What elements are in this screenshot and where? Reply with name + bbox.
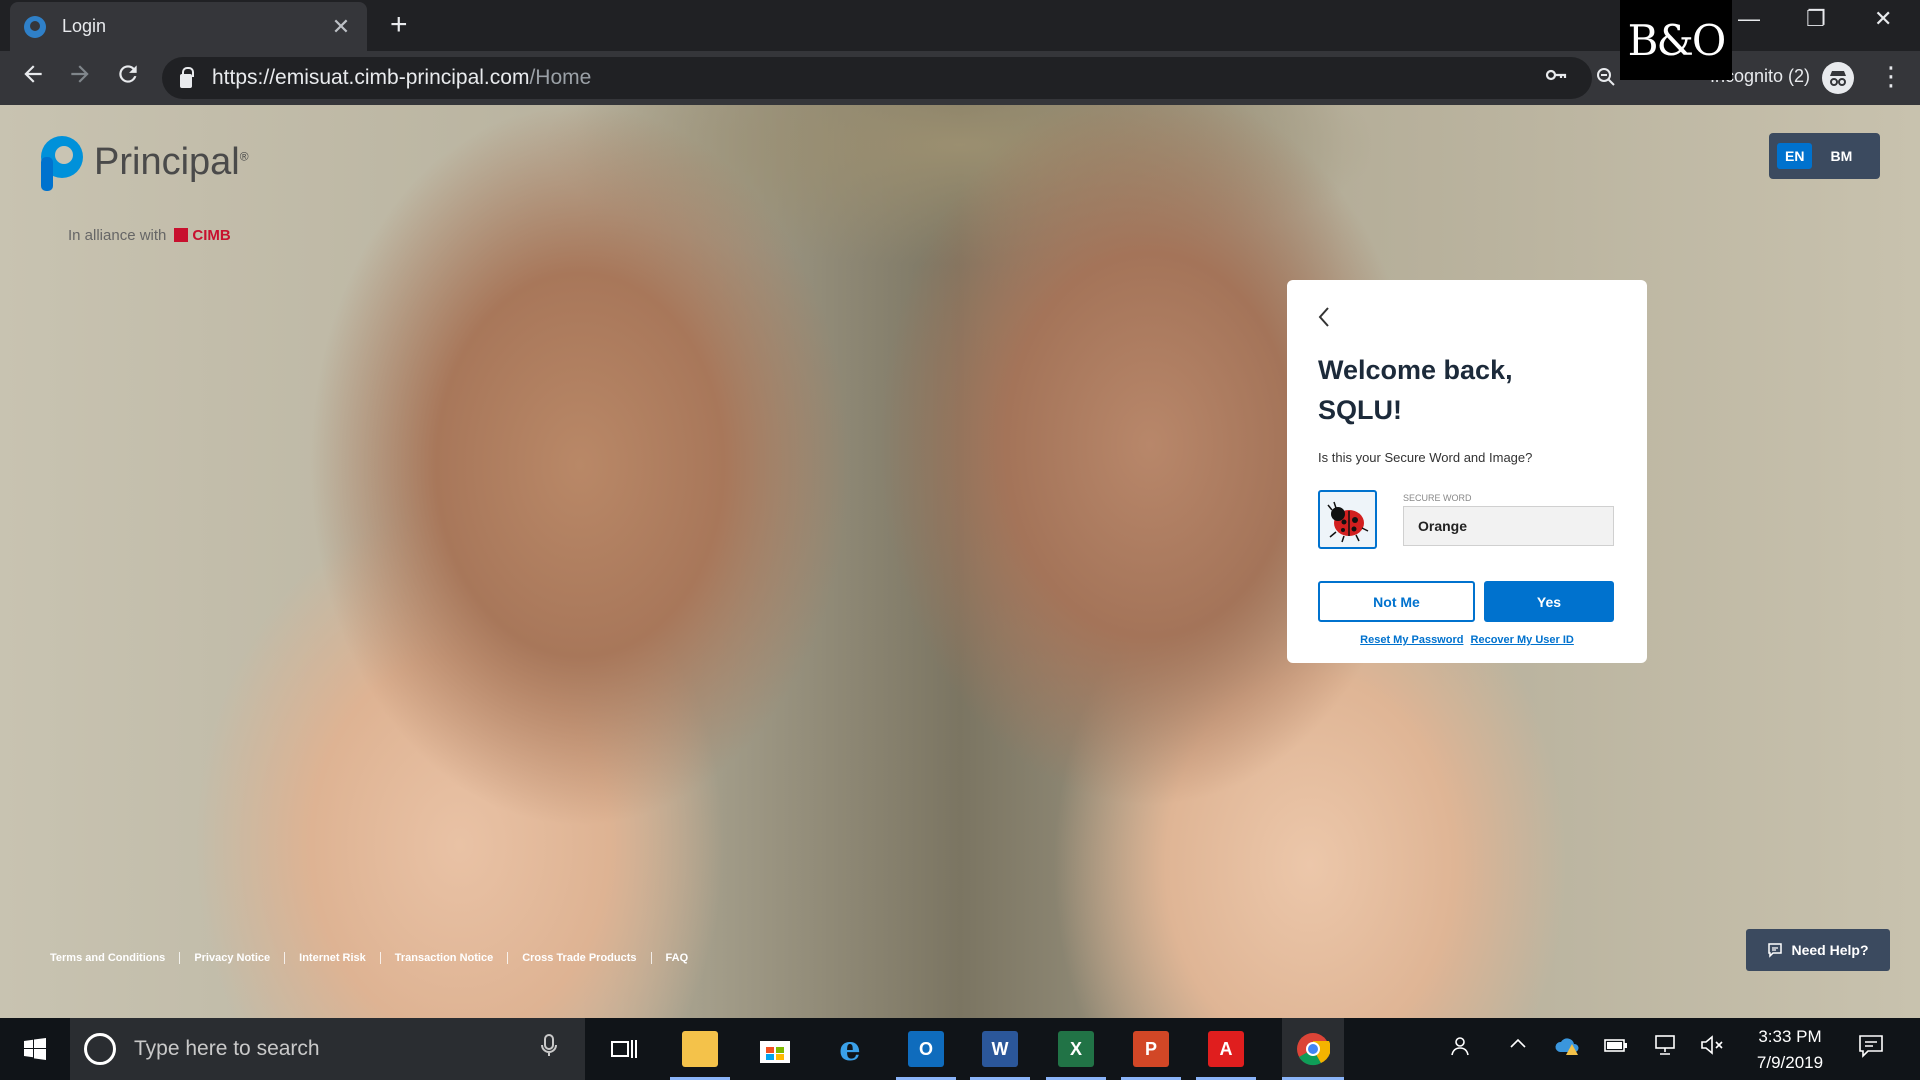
browser-tab-login[interactable]: Login ✕ [10, 2, 367, 51]
cimb-logo-icon [174, 228, 189, 242]
browser-menu-icon[interactable]: ⋮ [1878, 61, 1904, 92]
taskbar-search[interactable]: Type here to search [70, 1018, 585, 1080]
footer-link-faq[interactable]: FAQ [652, 952, 703, 964]
microphone-icon[interactable] [541, 1034, 557, 1064]
language-switcher: EN BM [1769, 133, 1880, 179]
internet-explorer-icon[interactable]: e [832, 1029, 868, 1069]
logo-wordmark: Principal® [94, 141, 249, 183]
lang-en-button[interactable]: EN [1777, 143, 1813, 169]
windows-taskbar: Type here to search e O W X P A 3:33 PM … [0, 1018, 1920, 1080]
cimb-wordmark: CIMB [192, 227, 231, 244]
microsoft-store-icon[interactable] [757, 1031, 793, 1067]
people-icon[interactable] [1448, 1034, 1472, 1064]
volume-muted-icon[interactable] [1700, 1034, 1724, 1062]
outlook-icon[interactable]: O [908, 1031, 944, 1067]
task-view-icon[interactable] [606, 1031, 642, 1067]
windows-start-icon[interactable] [0, 1018, 70, 1080]
reload-icon[interactable] [115, 61, 141, 95]
ladybug-icon [1326, 501, 1368, 542]
login-page: Principal® In alliance with CIMB EN BM We… [0, 105, 1920, 1018]
footer-link-terms[interactable]: Terms and Conditions [50, 952, 181, 964]
welcome-heading: Welcome back, SQLU! [1318, 355, 1513, 425]
secure-image-ladybug [1318, 490, 1377, 549]
url-host: https://emisuat.cimb-principal.com [212, 66, 530, 89]
action-center-icon[interactable] [1858, 1034, 1884, 1064]
url-path: /Home [529, 66, 592, 89]
not-me-button[interactable]: Not Me [1318, 581, 1475, 622]
secure-question: Is this your Secure Word and Image? [1318, 450, 1533, 465]
reset-password-link[interactable]: Reset My Password [1360, 634, 1463, 646]
cortana-icon [84, 1033, 116, 1065]
recover-user-id-link[interactable]: Recover My User ID [1471, 634, 1574, 646]
battery-icon[interactable] [1604, 1034, 1628, 1060]
chevron-up-icon[interactable] [1508, 1034, 1528, 1060]
onedrive-warning-icon[interactable] [1554, 1034, 1582, 1064]
footer-link-internet-risk[interactable]: Internet Risk [285, 952, 381, 964]
taskbar-clock[interactable]: 3:33 PM 7/9/2019 [1745, 1024, 1835, 1076]
lang-bm-button[interactable]: BM [1822, 143, 1860, 169]
minimize-button[interactable]: — [1738, 6, 1760, 32]
chrome-icon[interactable] [1282, 1018, 1344, 1080]
principal-logo-mark-icon [41, 136, 83, 191]
file-explorer-icon[interactable] [682, 1031, 718, 1067]
principal-favicon-icon [24, 15, 46, 38]
secure-word-label: SECURE WORD [1403, 493, 1472, 503]
footer-link-privacy[interactable]: Privacy Notice [180, 952, 286, 964]
zoom-out-icon[interactable] [1594, 65, 1618, 95]
browser-tabstrip: Login ✕ + B&O — ❐ ✕ [0, 0, 1920, 80]
incognito-avatar-icon[interactable] [1822, 62, 1854, 94]
restore-button[interactable]: ❐ [1806, 6, 1826, 32]
powerpoint-icon[interactable]: P [1133, 1031, 1169, 1067]
yes-button[interactable]: Yes [1484, 581, 1614, 622]
key-icon[interactable] [1544, 63, 1568, 93]
taskbar-search-placeholder: Type here to search [134, 1037, 320, 1060]
footer-link-transaction-notice[interactable]: Transaction Notice [381, 952, 509, 964]
chevron-left-icon[interactable] [1317, 306, 1331, 334]
login-card: Welcome back, SQLU! Is this your Secure … [1287, 280, 1647, 663]
account-recovery-links: Reset My Password Recover My User ID [1287, 634, 1647, 646]
tab-close-icon[interactable]: ✕ [329, 14, 353, 40]
footer-link-cross-trade[interactable]: Cross Trade Products [508, 952, 652, 964]
bang-olufsen-overlay-logo: B&O [1620, 0, 1732, 80]
close-window-button[interactable]: ✕ [1874, 6, 1892, 32]
network-icon[interactable] [1652, 1034, 1678, 1062]
alliance-text: In alliance with CIMB [68, 227, 231, 244]
chat-icon [1768, 943, 1783, 958]
excel-icon[interactable]: X [1058, 1031, 1094, 1067]
word-icon[interactable]: W [982, 1031, 1018, 1067]
lock-icon [180, 66, 194, 88]
clock-time: 3:33 PM [1758, 1027, 1822, 1046]
forward-arrow-icon[interactable] [67, 61, 93, 95]
need-help-button[interactable]: Need Help? [1746, 929, 1890, 971]
address-bar[interactable]: https://emisuat.cimb-principal.com/Home [162, 57, 1592, 99]
acrobat-icon[interactable]: A [1208, 1031, 1244, 1067]
tab-title: Login [62, 16, 107, 36]
footer-links: Terms and Conditions Privacy Notice Inte… [50, 952, 702, 964]
back-arrow-icon[interactable] [20, 61, 46, 95]
clock-date: 7/9/2019 [1756, 1053, 1824, 1072]
secure-word-field: Orange [1403, 506, 1614, 546]
new-tab-button[interactable]: + [390, 8, 408, 42]
